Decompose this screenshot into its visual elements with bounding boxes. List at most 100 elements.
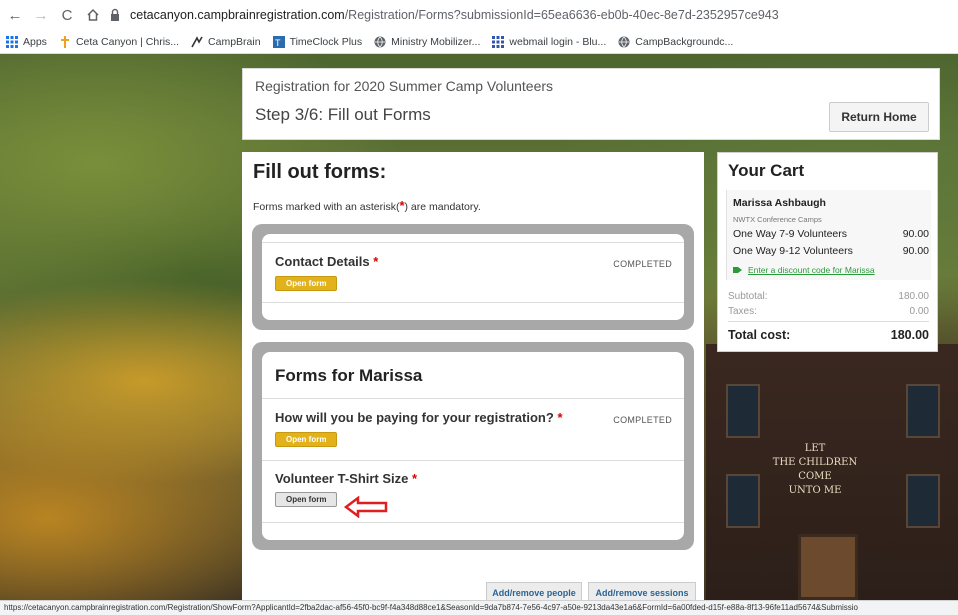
taxes-label: Taxes:: [728, 306, 757, 317]
cart-taxes-row: Taxes: 0.00: [728, 306, 929, 317]
registration-header: Registration for 2020 Summer Camp Volunt…: [242, 68, 940, 140]
total-value: 180.00: [890, 328, 929, 342]
cart-person-name: Marissa Ashbaugh: [733, 197, 826, 209]
apps-grid-icon: [492, 35, 505, 48]
bookmark-label: Ministry Mobilizer...: [391, 35, 481, 48]
bookmark-ministry[interactable]: Ministry Mobilizer...: [374, 36, 480, 48]
home-icon[interactable]: [82, 4, 104, 26]
bookmark-label: webmail login - Blu...: [509, 35, 607, 48]
cart-line-item: One Way 9-12 Volunteers 90.00: [733, 245, 929, 257]
cross-icon: [60, 35, 69, 48]
back-arrow-icon[interactable]: ←: [4, 4, 26, 26]
church-sign: LET THE CHILDREN COME UNTO ME: [760, 442, 870, 498]
church-sign-line: THE CHILDREN: [772, 457, 858, 468]
url-path: /Registration/Forms?submissionId=65ea663…: [344, 8, 779, 22]
bookmarks-bar: Apps Ceta Canyon | Chris... CampBrain T …: [0, 30, 958, 54]
payment-form-label: How will you be paying for your registra…: [275, 410, 563, 425]
form-label-text: How will you be paying for your registra…: [275, 410, 554, 425]
mandatory-suffix: ) are mandatory.: [404, 201, 481, 213]
required-asterisk: *: [557, 410, 563, 425]
cart-title: Your Cart: [728, 161, 805, 180]
registration-title: Registration for 2020 Summer Camp Volunt…: [255, 78, 554, 94]
divider: [262, 302, 684, 303]
discount-link-text: Enter a discount code for Marissa: [748, 265, 875, 275]
bookmark-label: Apps: [23, 35, 47, 48]
contact-form-card: Contact Details * COMPLETED Open form: [262, 234, 684, 320]
bookmark-timeclock[interactable]: T TimeClock Plus: [272, 35, 363, 48]
open-form-button[interactable]: Open form: [275, 276, 338, 291]
bookmark-apps[interactable]: Apps: [6, 35, 47, 48]
cart-item-price: 90.00: [902, 245, 929, 257]
section-title: Forms for Marissa: [275, 366, 423, 385]
cart-line-item: One Way 7-9 Volunteers 90.00: [733, 228, 929, 240]
required-asterisk: *: [412, 471, 418, 486]
form-label-text: Contact Details: [275, 254, 370, 269]
left-arrow-icon: [344, 496, 388, 518]
mandatory-prefix: Forms marked with an asterisk(: [253, 201, 400, 213]
marissa-forms-card: Forms for Marissa How will you be paying…: [262, 352, 684, 540]
tag-icon: [733, 267, 742, 273]
church-window: [726, 474, 760, 528]
required-asterisk: *: [373, 254, 379, 269]
bookmark-ceta-canyon[interactable]: Ceta Canyon | Chris...: [59, 35, 180, 48]
divider: [262, 460, 684, 461]
status-badge: COMPLETED: [613, 259, 672, 269]
lock-icon: [111, 8, 119, 21]
forward-arrow-icon[interactable]: →: [30, 4, 52, 26]
cart-person-box: Marissa Ashbaugh NWTX Conference Camps O…: [726, 190, 931, 280]
cart-item-price: 90.00: [902, 228, 929, 240]
cart-camp-name: NWTX Conference Camps: [733, 215, 822, 224]
discount-code-link[interactable]: Enter a discount code for Marissa: [733, 265, 875, 275]
address-bar[interactable]: cetacanyon.campbrainregistration.com/Reg…: [108, 4, 948, 26]
open-form-button[interactable]: Open form: [275, 432, 338, 447]
status-badge: COMPLETED: [613, 415, 672, 425]
timeclock-icon: T: [272, 35, 285, 48]
bookmark-label: CampBrain: [208, 35, 261, 48]
forms-panel: Fill out forms: Forms marked with an ast…: [242, 152, 704, 600]
page-title: Fill out forms:: [253, 161, 387, 183]
cart-item-label: One Way 7-9 Volunteers: [733, 228, 848, 240]
church-sign-line: UNTO ME: [788, 485, 842, 496]
bookmark-label: CampBackgroundc...: [635, 35, 734, 48]
divider: [728, 321, 929, 322]
tshirt-form-label: Volunteer T-Shirt Size *: [275, 471, 417, 486]
bookmark-campbrain[interactable]: CampBrain: [191, 36, 261, 48]
bookmark-campbackground[interactable]: CampBackgroundc...: [618, 36, 733, 48]
form-label-text: Volunteer T-Shirt Size: [275, 471, 409, 486]
bookmark-webmail[interactable]: webmail login - Blu...: [492, 35, 607, 48]
open-form-button[interactable]: Open form: [275, 492, 338, 507]
contact-form-group: Contact Details * COMPLETED Open form: [252, 224, 694, 330]
cart-panel: Your Cart Marissa Ashbaugh NWTX Conferen…: [717, 152, 938, 352]
church-sign-line: COME: [798, 471, 832, 482]
contact-details-label: Contact Details *: [275, 254, 378, 269]
church-window: [906, 384, 940, 438]
church-sign-line: LET: [804, 443, 826, 454]
browser-toolbar: ← → C cetacanyon.campbrainregistration.c…: [0, 0, 958, 30]
mandatory-note: Forms marked with an asterisk(*) are man…: [253, 198, 481, 213]
marissa-forms-group: Forms for Marissa How will you be paying…: [252, 342, 694, 550]
cart-subtotal-row: Subtotal: 180.00: [728, 291, 929, 302]
church-window: [726, 384, 760, 438]
divider: [262, 522, 684, 523]
total-label: Total cost:: [728, 328, 791, 342]
divider: [262, 398, 684, 399]
apps-grid-icon: [6, 35, 18, 48]
svg-text:T: T: [275, 38, 281, 48]
reload-icon[interactable]: C: [56, 4, 78, 26]
url-host: cetacanyon.campbrainregistration.com: [130, 8, 345, 22]
campbrain-icon: [191, 35, 203, 47]
globe-icon: [374, 36, 386, 48]
subtotal-value: 180.00: [898, 291, 929, 302]
subtotal-label: Subtotal:: [728, 291, 768, 302]
bookmark-label: TimeClock Plus: [289, 35, 363, 48]
church-door: [798, 534, 858, 600]
bookmark-label: Ceta Canyon | Chris...: [75, 35, 180, 48]
cart-item-label: One Way 9-12 Volunteers: [733, 245, 853, 257]
church-window: [906, 474, 940, 528]
status-bar-url: https://cetacanyon.campbrainregistration…: [0, 600, 958, 615]
cart-total-row: Total cost: 180.00: [728, 328, 929, 342]
divider: [262, 242, 684, 243]
taxes-value: 0.00: [909, 306, 929, 317]
return-home-button[interactable]: Return Home: [829, 102, 929, 132]
globe-icon: [618, 36, 630, 48]
